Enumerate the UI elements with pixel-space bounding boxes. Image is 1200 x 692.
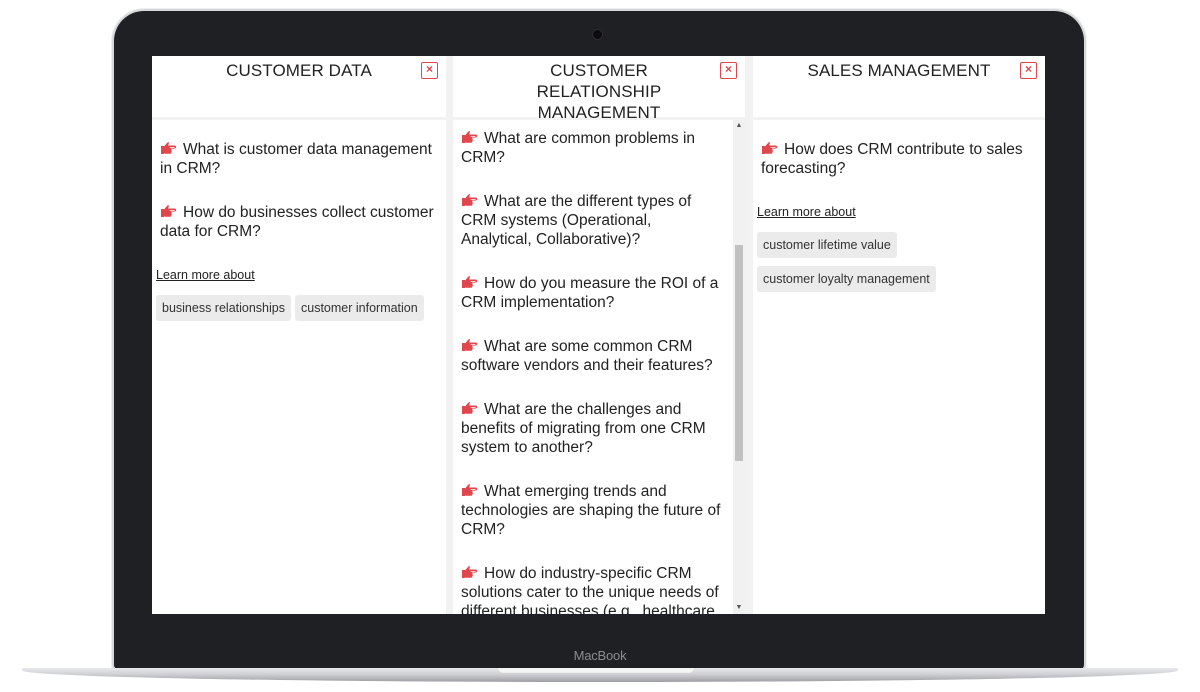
- learn-more-link[interactable]: Learn more about: [757, 205, 856, 219]
- topic-column-customer-data: CUSTOMER DATA × What is customer data ma…: [152, 56, 446, 614]
- close-icon[interactable]: ×: [421, 62, 438, 79]
- topic-chip[interactable]: customer loyalty management: [757, 266, 936, 292]
- column-header: CUSTOMER DATA ×: [152, 56, 446, 117]
- question-item[interactable]: What are common problems in CRM?: [461, 129, 725, 167]
- column-body: What is customer data management in CRM?…: [152, 120, 446, 614]
- hand-pointing-right-icon: [462, 566, 478, 578]
- question-item[interactable]: What are some common CRM software vendor…: [461, 337, 725, 375]
- hand-pointing-right-icon: [462, 276, 478, 288]
- webcam-icon: [593, 30, 602, 39]
- topic-chips: business relationships customer informati…: [156, 295, 438, 329]
- question-item[interactable]: What is customer data management in CRM?: [160, 140, 438, 178]
- scrollbar[interactable]: ▲ ▼: [733, 120, 745, 614]
- hand-pointing-right-icon: [762, 142, 778, 154]
- column-title: CUSTOMER RELATIONSHIP MANAGEMENT: [536, 61, 662, 122]
- hand-pointing-right-icon: [462, 484, 478, 496]
- screen: CUSTOMER DATA × What is customer data ma…: [152, 56, 1045, 614]
- laptop-opening-notch: [497, 668, 695, 674]
- topic-chips: customer lifetime value customer loyalty…: [757, 232, 1037, 292]
- hand-pointing-right-icon: [161, 205, 177, 217]
- question-item[interactable]: What emerging trends and technologies ar…: [461, 482, 725, 539]
- topic-chip[interactable]: business relationships: [156, 295, 291, 321]
- hand-pointing-right-icon: [462, 194, 478, 206]
- question-item[interactable]: What are the different types of CRM syst…: [461, 192, 725, 249]
- question-item[interactable]: How do industry-specific CRM solutions c…: [461, 564, 725, 614]
- column-body: What are common problems in CRM? What ar…: [453, 120, 745, 614]
- device-brand-label: MacBook: [573, 648, 627, 663]
- topic-column-crm: CUSTOMER RELATIONSHIP MANAGEMENT × What …: [453, 56, 745, 614]
- close-icon[interactable]: ×: [1020, 62, 1037, 79]
- hand-pointing-right-icon: [462, 402, 478, 414]
- hand-pointing-right-icon: [161, 142, 177, 154]
- question-item[interactable]: What are the challenges and benefits of …: [461, 400, 725, 457]
- question-item[interactable]: How do businesses collect customer data …: [160, 203, 438, 241]
- column-header: SALES MANAGEMENT ×: [753, 56, 1045, 117]
- column-header: CUSTOMER RELATIONSHIP MANAGEMENT ×: [453, 56, 745, 122]
- question-item[interactable]: How do you measure the ROI of a CRM impl…: [461, 274, 725, 312]
- hand-pointing-right-icon: [462, 131, 478, 143]
- learn-more-link[interactable]: Learn more about: [156, 268, 255, 282]
- scrollbar-thumb[interactable]: [735, 244, 743, 461]
- topic-column-sales-management: SALES MANAGEMENT × How does CRM contribu…: [753, 56, 1045, 614]
- column-title: CUSTOMER DATA: [226, 61, 372, 80]
- topic-chip[interactable]: customer information: [295, 295, 424, 321]
- question-item[interactable]: How does CRM contribute to sales forecas…: [761, 140, 1037, 178]
- close-icon[interactable]: ×: [720, 62, 737, 79]
- topic-chip[interactable]: customer lifetime value: [757, 232, 897, 258]
- hand-pointing-right-icon: [462, 339, 478, 351]
- column-body: How does CRM contribute to sales forecas…: [753, 120, 1045, 614]
- scroll-up-arrow-icon[interactable]: ▲: [733, 120, 745, 132]
- column-title: SALES MANAGEMENT: [807, 61, 991, 80]
- scroll-down-arrow-icon[interactable]: ▼: [733, 602, 745, 614]
